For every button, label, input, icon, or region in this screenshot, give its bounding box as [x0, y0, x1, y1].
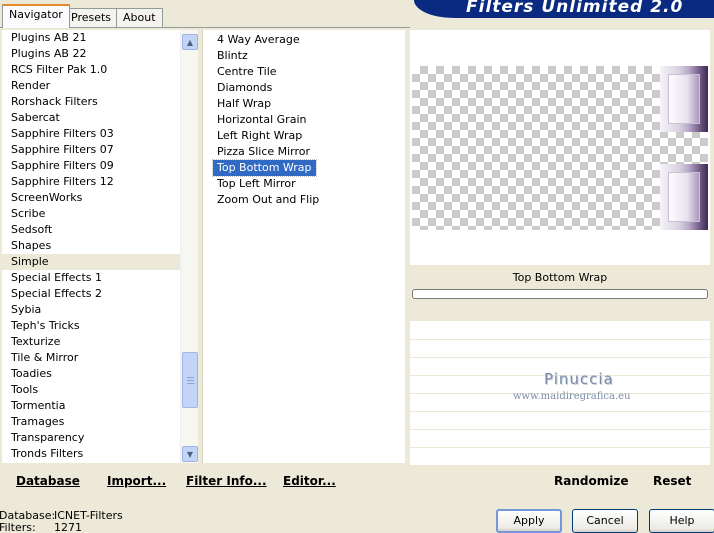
category-item[interactable]: Sabercat [2, 110, 180, 126]
tab-about[interactable]: About [116, 8, 163, 27]
help-button[interactable]: Help [649, 509, 714, 533]
preview-filter-name: Top Bottom Wrap [512, 271, 608, 284]
category-item[interactable]: Simple [2, 254, 180, 270]
filter-item[interactable]: Pizza Slice Mirror [213, 144, 314, 160]
category-item[interactable]: RCS Filter Pak 1.0 [2, 62, 180, 78]
apply-button[interactable]: Apply [496, 509, 562, 533]
preview-image [412, 66, 708, 230]
category-item[interactable]: Tormentia [2, 398, 180, 414]
filters-label: Filters: [0, 521, 36, 533]
filter-item[interactable]: Blintz [213, 48, 252, 64]
category-item[interactable]: Sapphire Filters 12 [2, 174, 180, 190]
category-item[interactable]: Shapes [2, 238, 180, 254]
category-item[interactable]: Render [2, 78, 180, 94]
scroll-up-icon[interactable]: ▲ [182, 34, 198, 50]
category-item[interactable]: Sapphire Filters 07 [2, 142, 180, 158]
filter-item[interactable]: Centre Tile [213, 64, 281, 80]
filter-item[interactable]: Half Wrap [213, 96, 275, 112]
category-item[interactable]: Sapphire Filters 03 [2, 126, 180, 142]
category-item[interactable]: Tronds Filters [2, 446, 180, 462]
category-item[interactable]: Tile & Mirror [2, 350, 180, 366]
panel-divider [405, 30, 409, 463]
filter-info-button[interactable]: Filter Info... [186, 474, 267, 488]
category-item[interactable]: Teph's Tricks [2, 318, 180, 334]
filter-item[interactable]: Diamonds [213, 80, 276, 96]
cancel-button[interactable]: Cancel [572, 509, 638, 533]
category-item[interactable]: Plugins AB 22 [2, 46, 180, 62]
preview-frame-top [660, 66, 708, 132]
category-item[interactable]: Scribe [2, 206, 180, 222]
category-item[interactable]: Rorshack Filters [2, 94, 180, 110]
category-item[interactable]: Tools [2, 382, 180, 398]
category-item[interactable]: Plugins AB 21 [2, 30, 180, 46]
category-item[interactable]: Special Effects 2 [2, 286, 180, 302]
watermark-url: www.maidiregrafica.eu [513, 391, 631, 402]
watermark-name: Pinuccia [544, 370, 614, 388]
filters-value: 1271 [54, 521, 82, 533]
filter-list[interactable]: 4 Way Average Blintz Centre Tile Diamonds Ha… [203, 30, 405, 463]
title-banner: Filters Unlimited 2.0 [414, 0, 714, 18]
tab-navigator[interactable]: Navigator [2, 4, 70, 28]
category-item[interactable]: Texturize [2, 334, 180, 350]
preview-frame-bottom [660, 164, 708, 230]
category-scrollbar[interactable]: ▲ ▼ [180, 30, 198, 463]
filter-item[interactable]: Top Bottom Wrap [212, 159, 317, 177]
category-item[interactable]: Sapphire Filters 09 [2, 158, 180, 174]
category-item[interactable]: Transparency [2, 430, 180, 446]
category-item[interactable]: Tramages [2, 414, 180, 430]
import-button[interactable]: Import... [107, 474, 166, 488]
database-button[interactable]: Database [16, 474, 80, 488]
filter-name-band: Top Bottom Wrap [410, 267, 710, 321]
category-list[interactable]: Plugins AB 21 Plugins AB 22 RCS Filter Pak… [2, 30, 180, 463]
filter-item[interactable]: Left Right Wrap [213, 128, 306, 144]
category-item[interactable]: Sedsoft [2, 222, 180, 238]
reset-button[interactable]: Reset [653, 474, 691, 488]
filter-item[interactable]: Top Left Mirror [213, 176, 300, 192]
filter-item[interactable]: Horizontal Grain [213, 112, 310, 128]
randomize-button[interactable]: Randomize [554, 474, 628, 488]
filter-item[interactable]: 4 Way Average [213, 32, 304, 48]
editor-button[interactable]: Editor... [283, 474, 336, 488]
tab-presets[interactable]: Presets [64, 8, 119, 27]
app-title: Filters Unlimited 2.0 [466, 0, 684, 17]
scrollbar-thumb[interactable] [182, 352, 198, 408]
category-item[interactable]: Sybia [2, 302, 180, 318]
filter-item[interactable]: Zoom Out and Flip [213, 192, 323, 208]
progress-bar [412, 289, 708, 299]
category-item[interactable]: Toadies [2, 366, 180, 382]
preview-panel [410, 30, 710, 265]
category-item[interactable]: ScreenWorks [2, 190, 180, 206]
scroll-down-icon[interactable]: ▼ [182, 446, 198, 462]
category-item[interactable]: Special Effects 1 [2, 270, 180, 286]
